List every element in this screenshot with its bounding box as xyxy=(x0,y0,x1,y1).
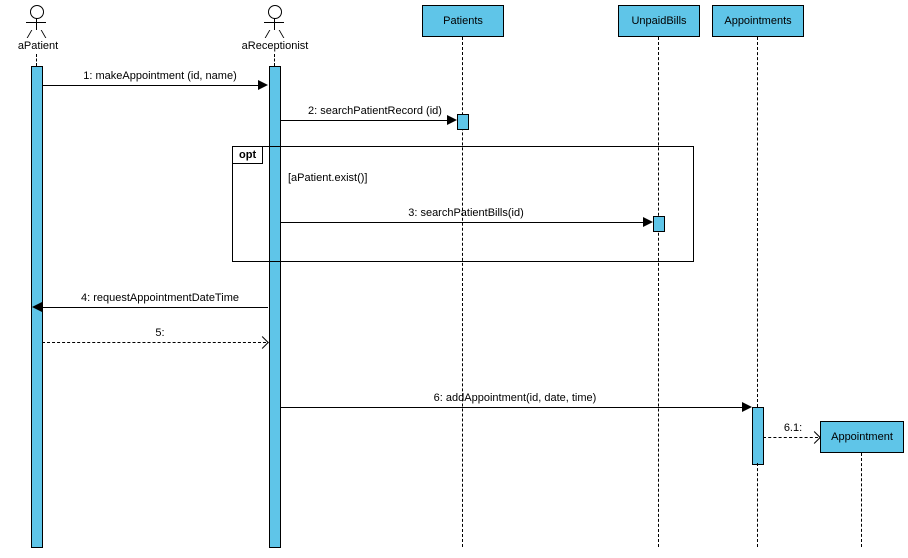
message-3-arrow xyxy=(643,217,653,227)
message-6-line xyxy=(280,407,750,408)
message-4-arrow xyxy=(32,302,42,312)
message-4-line xyxy=(42,307,268,308)
activation-patients xyxy=(457,114,469,130)
fragment-opt-label: opt xyxy=(233,147,263,164)
message-3-label: 3: searchPatientBills(id) xyxy=(396,207,536,219)
activation-areceptionist xyxy=(269,66,281,548)
lifeline-unpaidbills xyxy=(658,37,659,547)
object-patients: Patients xyxy=(422,5,504,37)
actor-areceptionist-head xyxy=(268,5,282,19)
message-2-line xyxy=(280,120,455,121)
message-2-arrow xyxy=(447,115,457,125)
lifeline-areceptionist xyxy=(274,54,275,66)
message-1-arrow xyxy=(258,80,268,90)
fragment-opt-guard: [aPatient.exist()] xyxy=(288,172,367,184)
sequence-diagram: aPatient aReceptionist Patients UnpaidBi… xyxy=(0,0,908,558)
message-1-line xyxy=(42,85,266,86)
actor-apatient-label: aPatient xyxy=(5,40,71,52)
activation-appointments xyxy=(752,407,764,465)
message-61-arrow xyxy=(808,431,821,444)
object-unpaidbills: UnpaidBills xyxy=(618,5,700,37)
message-5-arrow xyxy=(256,336,269,349)
message-5-label: 5: xyxy=(140,327,180,339)
message-1-label: 1: makeAppointment (id, name) xyxy=(60,70,260,82)
object-appointments-label: Appointments xyxy=(724,15,791,27)
lifeline-appointments-2 xyxy=(757,463,758,547)
message-6-arrow xyxy=(742,402,752,412)
actor-apatient-body xyxy=(36,18,37,30)
actor-apatient-arms xyxy=(26,22,46,23)
fragment-opt xyxy=(232,146,694,262)
object-appointments: Appointments xyxy=(712,5,804,37)
lifeline-appointments xyxy=(757,37,758,407)
actor-areceptionist-label: aReceptionist xyxy=(225,40,325,52)
object-appointment-label: Appointment xyxy=(831,431,893,443)
message-61-label: 6.1: xyxy=(778,422,808,434)
message-2-label: 2: searchPatientRecord (id) xyxy=(300,105,450,117)
lifeline-appointment xyxy=(861,453,862,547)
message-4-label: 4: requestAppointmentDateTime xyxy=(70,292,250,304)
object-patients-label: Patients xyxy=(443,15,483,27)
actor-areceptionist-arms xyxy=(264,22,284,23)
message-3-line xyxy=(280,222,651,223)
message-6-label: 6: addAppointment(id, date, time) xyxy=(420,392,610,404)
message-5-line xyxy=(42,342,266,343)
lifeline-apatient xyxy=(36,54,37,66)
actor-areceptionist-body xyxy=(274,18,275,30)
actor-apatient-head xyxy=(30,5,44,19)
object-appointment: Appointment xyxy=(820,421,904,453)
object-unpaidbills-label: UnpaidBills xyxy=(631,15,686,27)
